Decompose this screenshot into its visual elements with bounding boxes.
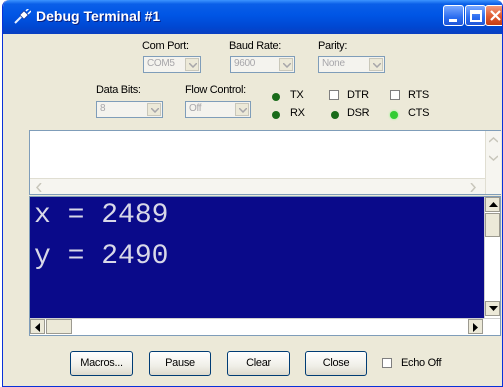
tx-led-icon [272,93,280,101]
com-port-value: COM5 [147,58,175,69]
chevron-up-icon[interactable] [489,137,498,143]
rts-checkbox[interactable] [390,90,400,100]
scroll-left-button[interactable] [30,319,45,334]
scroll-thumb[interactable] [46,319,72,334]
close-button[interactable]: Close [305,351,367,376]
dsr-led-icon [331,111,339,119]
scroll-up-button[interactable] [485,197,500,212]
receive-pane[interactable]: x = 2489 y = 2490 [29,196,501,336]
baud-rate-select[interactable]: 9600 [230,56,295,73]
chevron-left-icon[interactable] [36,183,42,192]
scroll-thumb[interactable] [485,213,500,237]
flow-control-select[interactable]: Off [185,101,251,118]
chevron-down-icon[interactable] [279,58,293,71]
plug-icon [14,9,31,24]
transmit-pane[interactable] [29,130,501,195]
cts-label: CTS [408,107,430,119]
arrow-down-icon [489,306,498,311]
parity-select[interactable]: None [318,56,385,73]
echo-off-checkbox[interactable] [382,358,392,368]
maximize-button[interactable] [465,5,486,26]
baud-rate-label: Baud Rate: [229,40,282,52]
minimize-icon [449,19,457,22]
com-port-select[interactable]: COM5 [143,56,201,73]
close-window-button[interactable] [485,5,502,26]
chevron-down-icon[interactable] [147,103,161,116]
pause-button[interactable]: Pause [149,351,211,376]
dtr-checkbox[interactable] [329,90,339,100]
title-bar[interactable]: Debug Terminal #1 [3,0,502,34]
data-bits-select[interactable]: 8 [96,101,163,118]
arrow-left-icon [35,323,40,332]
receive-line: y = 2490 [34,241,169,272]
flow-control-value: Off [189,103,202,114]
scroll-down-button[interactable] [485,301,500,316]
chevron-right-icon[interactable] [470,183,476,192]
chevron-down-icon[interactable] [235,103,249,116]
receive-vertical-scrollbar[interactable] [484,197,500,318]
flow-control-label: Flow Control: [185,84,246,96]
parity-value: None [322,58,345,69]
arrow-up-icon [489,202,498,207]
echo-off-label: Echo Off [401,357,442,369]
dsr-label: DSR [347,107,370,119]
data-bits-value: 8 [100,103,106,114]
minimize-button[interactable] [443,5,464,26]
scroll-right-button[interactable] [468,319,483,334]
clear-button[interactable]: Clear [227,351,290,376]
rts-label: RTS [408,89,429,101]
rx-led-icon [272,111,280,119]
parity-label: Parity: [318,40,348,52]
rx-label: RX [290,107,305,119]
receive-horizontal-scrollbar[interactable] [30,318,500,335]
transmit-vertical-scrollbar[interactable] [485,131,501,194]
chevron-down-icon[interactable] [185,58,199,71]
dtr-label: DTR [347,89,369,101]
tx-label: TX [290,89,304,101]
data-bits-label: Data Bits: [96,84,141,96]
window-title: Debug Terminal #1 [36,8,161,24]
baud-rate-value: 9600 [234,58,256,69]
receive-line: x = 2489 [34,200,169,231]
arrow-right-icon [473,323,478,332]
transmit-horizontal-scrollbar[interactable] [30,178,485,194]
cts-led-icon [390,111,398,119]
debug-terminal-window: Debug Terminal #1 Com Port: COM5 Baud Ra… [2,0,503,387]
com-port-label: Com Port: [142,40,189,52]
close-icon [490,10,501,21]
chevron-down-icon[interactable] [369,58,383,71]
chevron-down-icon[interactable] [489,155,498,161]
macros-button[interactable]: Macros... [70,351,133,376]
maximize-icon [470,10,482,22]
